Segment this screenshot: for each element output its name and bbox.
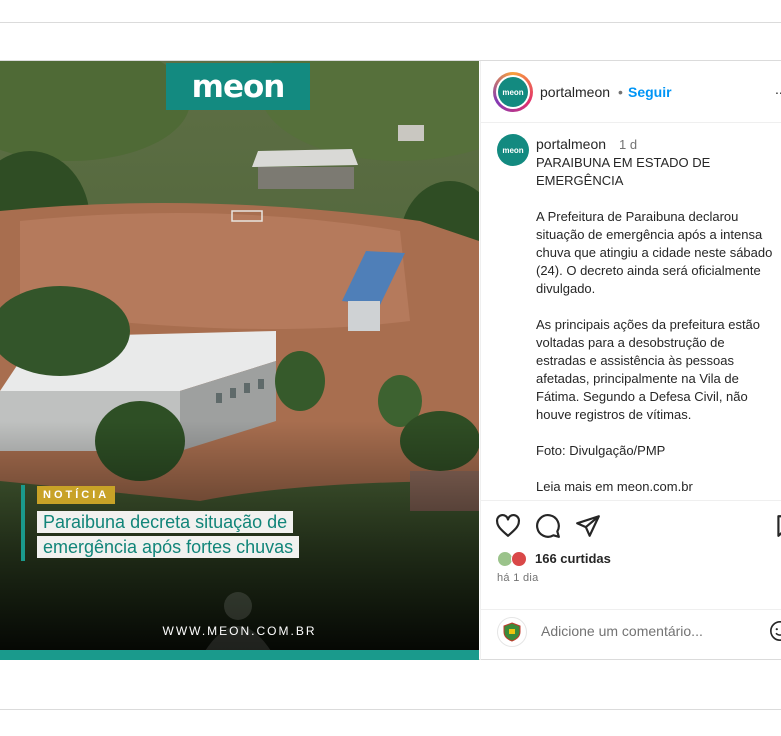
header-username[interactable]: portalmeon: [540, 84, 610, 100]
top-divider: [0, 22, 781, 23]
caption-paragraph: PARAIBUNA EM ESTADO DE EMERGÊNCIA: [536, 155, 711, 188]
comment-input[interactable]: [541, 623, 751, 639]
headline-accent-bar: [21, 485, 25, 561]
likes-count[interactable]: 166 curtidas: [535, 551, 611, 566]
current-user-avatar: [497, 617, 527, 647]
emoji-icon[interactable]: [769, 620, 781, 642]
caption-paragraph: Foto: Divulgação/PMP: [536, 443, 666, 458]
caption-avatar[interactable]: meon: [497, 134, 529, 166]
caption-paragraph: Leia mais em meon.com.br: [536, 479, 693, 494]
header-separator: •: [618, 84, 623, 100]
comment-icon[interactable]: [535, 513, 561, 539]
caption-username[interactable]: portalmeon: [536, 136, 606, 152]
post-side-panel: meon portalmeon • Seguir ... meon portal…: [480, 61, 781, 660]
comment-box: [481, 609, 781, 660]
more-options-icon[interactable]: ...: [775, 81, 781, 97]
bookmark-icon[interactable]: [773, 513, 781, 539]
image-site-url: WWW.MEON.COM.BR: [162, 624, 317, 638]
flood-scene-illustration: [0, 61, 479, 660]
caption-avatar-text: meon: [502, 145, 524, 155]
liker-avatar: [511, 551, 527, 567]
logo-text: meon: [191, 68, 286, 105]
caption-paragraph: A Prefeitura de Paraibuna declarou situa…: [536, 209, 773, 296]
caption-paragraph: As principais ações da prefeitura estão …: [536, 317, 761, 422]
meon-logo: meon: [166, 63, 310, 110]
instagram-post: meon NOTÍCIA Paraibuna decreta situação …: [0, 60, 781, 660]
likes-row[interactable]: 166 curtidas: [497, 549, 697, 569]
news-tag: NOTÍCIA: [37, 486, 116, 504]
avatar[interactable]: meon: [498, 77, 528, 107]
crest-icon: [503, 622, 521, 642]
avatar-text: meon: [502, 87, 524, 97]
heart-icon[interactable]: [495, 513, 521, 539]
bottom-divider: [0, 709, 781, 710]
story-ring[interactable]: meon: [493, 72, 533, 112]
caption-time[interactable]: 1 d: [619, 137, 637, 152]
image-bottom-band: [0, 650, 479, 660]
post-actions: [481, 509, 781, 539]
follow-button[interactable]: Seguir: [628, 84, 672, 100]
post-image[interactable]: meon NOTÍCIA Paraibuna decreta situação …: [0, 61, 479, 660]
share-icon[interactable]: [575, 513, 601, 539]
post-timestamp[interactable]: há 1 dia: [497, 572, 539, 584]
caption-area[interactable]: meon portalmeon 1 d PARAIBUNA EM ESTADO …: [481, 124, 781, 501]
post-header: meon portalmeon • Seguir ...: [481, 61, 781, 123]
image-headline-text: Paraibuna decreta situação de emergência…: [37, 511, 300, 558]
image-headline: Paraibuna decreta situação de emergência…: [37, 510, 337, 560]
caption-text: PARAIBUNA EM ESTADO DE EMERGÊNCIA A Pref…: [536, 154, 776, 500]
